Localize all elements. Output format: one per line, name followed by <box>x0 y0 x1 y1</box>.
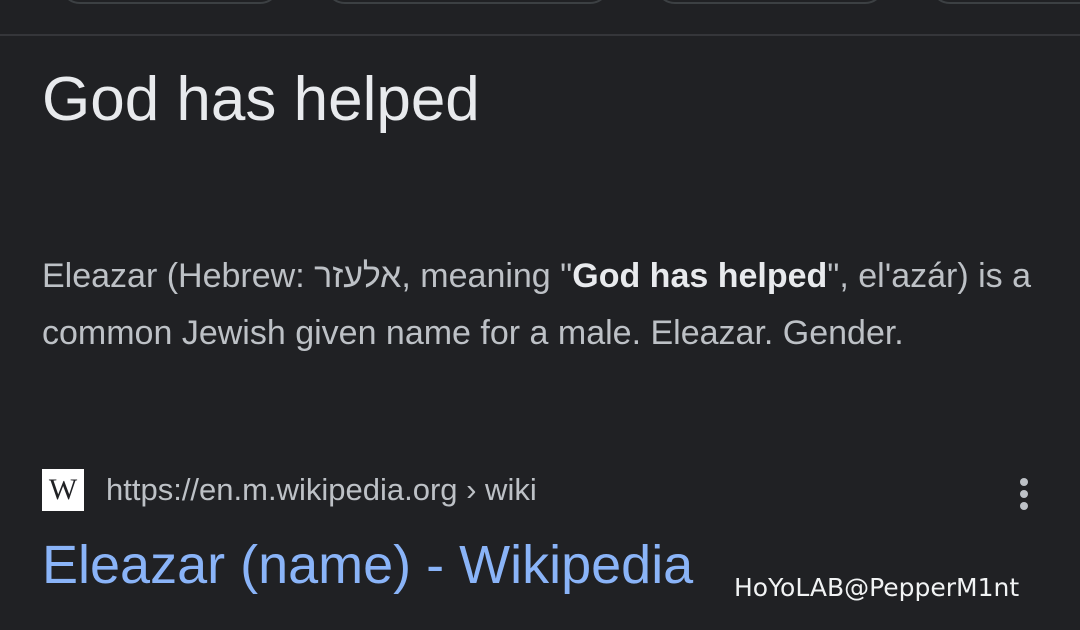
filter-chip[interactable] <box>60 0 280 4</box>
search-result-screen: God has helped Eleazar (Hebrew: אלעזר, m… <box>0 0 1080 630</box>
divider <box>0 34 1080 36</box>
source-url[interactable]: https://en.m.wikipedia.org › wiki <box>106 472 537 508</box>
filter-chip[interactable] <box>655 0 885 4</box>
more-vert-icon[interactable] <box>1008 474 1040 514</box>
watermark: HoYoLAB@PepperM1nt <box>734 573 1020 602</box>
result-title-link[interactable]: Eleazar (name) - Wikipedia <box>42 532 693 598</box>
wikipedia-favicon-icon: W <box>42 469 84 511</box>
featured-answer-title: God has helped <box>42 65 480 134</box>
filter-chip[interactable] <box>930 0 1080 4</box>
featured-snippet-text: Eleazar (Hebrew: אלעזר, meaning "God has… <box>42 248 1042 362</box>
snippet-text-part: Eleazar (Hebrew: אלעזר, meaning " <box>42 257 573 295</box>
filter-chip[interactable] <box>325 0 610 4</box>
source-row[interactable]: W https://en.m.wikipedia.org › wiki <box>42 466 537 514</box>
snippet-highlight: God has helped <box>572 257 828 295</box>
